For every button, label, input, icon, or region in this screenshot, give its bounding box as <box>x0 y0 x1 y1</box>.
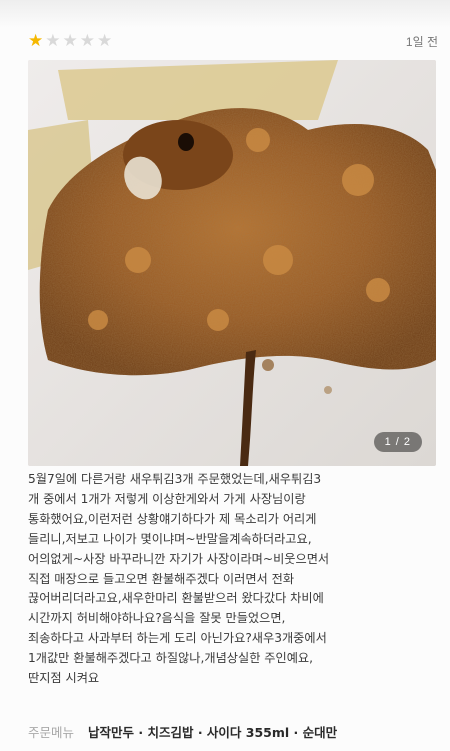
star-icon: ★ <box>79 30 95 51</box>
star-rating: ★ ★ ★ ★ ★ <box>28 30 113 51</box>
review-text-line: 5월7일에 다른거랑 새우튀김3개 주문했었는데,새우튀김3 <box>28 472 322 486</box>
review-text-line: 시간까지 허비해야하나요?음식을 잘못 만들었으면, <box>28 611 286 626</box>
star-icon: ★ <box>62 30 78 51</box>
review-text: 5월7일에 다른거랑 새우튀김3개 주문했었는데,새우튀김3 개 중에서 1개가… <box>28 470 432 689</box>
review-text-line: 1개값만 환불해주겠다고 하질않나,개념상실한 주인예요, <box>28 651 314 666</box>
review-text-line: 죄송하다고 사과부터 하는게 도리 아닌가요?새우3개중에서 <box>28 631 327 646</box>
review-text-line: 딴지점 시켜요 <box>28 671 100 686</box>
star-icon: ★ <box>97 30 113 51</box>
review-text-line: 통화했어요,이런저런 상황얘기하다가 제 목소리가 어리게 <box>28 511 317 526</box>
top-edge <box>0 0 450 28</box>
review-photo[interactable]: 1 / 2 <box>28 60 436 466</box>
order-menu-items: 납작만두 · 치즈김밥 · 사이다 355ml · 순대만 <box>88 724 338 740</box>
fried-shrimp-photo <box>28 60 436 466</box>
review-header: ★ ★ ★ ★ ★ 1일 전 <box>28 28 438 54</box>
review-text-line: 직접 매장으로 들고오면 환불해주겠다 이러면서 전화 <box>28 571 295 586</box>
order-menu-label: 주문메뉴 <box>28 724 75 740</box>
review-screen: ★ ★ ★ ★ ★ 1일 전 1 / 2 5월7일에 다른거랑 새우튀김3개 주… <box>0 0 450 751</box>
review-time: 1일 전 <box>405 34 438 49</box>
review-text-line: 들리니,저보고 나이가 몇이냐며~반말을계속하더라고요, <box>28 531 312 546</box>
review-text-line: 어의없게~사장 바꾸라니깐 자기가 사장이라며~비웃으면서 <box>28 551 330 566</box>
photo-page-indicator: 1 / 2 <box>373 432 422 452</box>
star-icon: ★ <box>45 30 61 51</box>
review-text-line: 끊어버리더라고요,새우한마리 환불받으러 왔다갔다 차비에 <box>28 591 324 606</box>
star-icon: ★ <box>28 30 44 51</box>
order-menu: 주문메뉴 납작만두 · 치즈김밥 · 사이다 355ml · 순대만 <box>28 720 438 742</box>
review-text-line: 개 중에서 1개가 저렇게 이상한게와서 가게 사장님이랑 <box>28 491 306 506</box>
